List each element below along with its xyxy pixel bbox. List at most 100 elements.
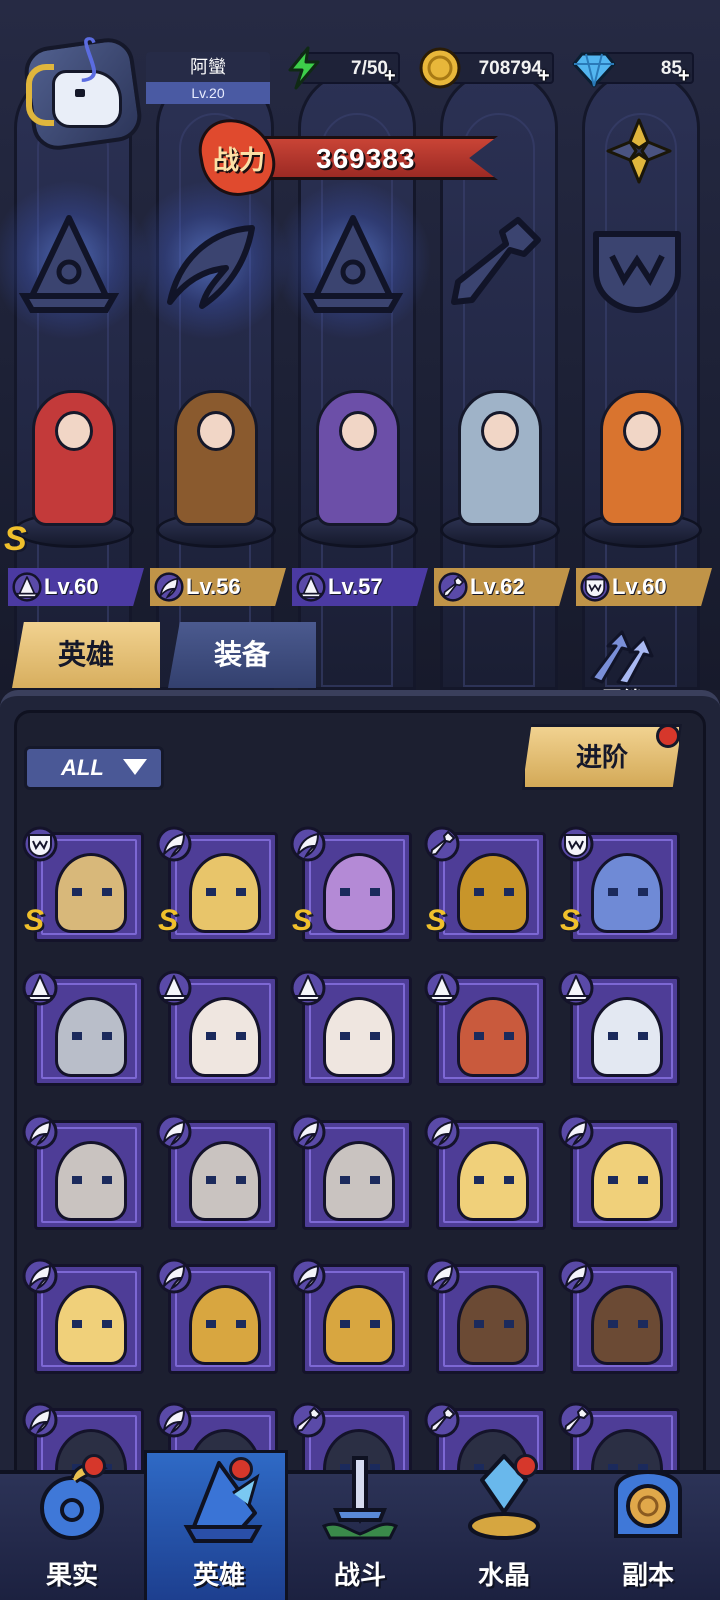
hero-portrait xyxy=(323,1141,395,1221)
wing-icon xyxy=(156,1114,192,1150)
rank-badge: S xyxy=(426,904,447,937)
hero-portrait xyxy=(591,1141,663,1221)
nav-label: 水晶 xyxy=(477,1560,530,1590)
hero-head xyxy=(339,411,377,451)
power-value: 369383 xyxy=(316,143,416,174)
hero-portrait xyxy=(323,997,395,1077)
hero-card[interactable]: S xyxy=(558,826,680,942)
wing-icon xyxy=(156,1402,192,1438)
hero-card[interactable] xyxy=(290,1258,412,1374)
lineup-hero-slot[interactable] xyxy=(574,384,710,554)
hero-card[interactable]: S xyxy=(22,826,144,942)
nav-dungeon[interactable]: 副本 xyxy=(576,1450,720,1600)
hero-head xyxy=(55,411,93,451)
hero-card[interactable] xyxy=(424,970,546,1086)
hero-card[interactable] xyxy=(156,1114,278,1230)
hero-portrait xyxy=(323,853,395,933)
lineup-rank-badge: S xyxy=(4,520,27,558)
hero-eyes xyxy=(608,888,648,896)
hero-card[interactable] xyxy=(156,970,278,1086)
wing-icon xyxy=(558,1114,594,1150)
tab-equipment[interactable]: 装备 xyxy=(168,622,316,688)
hero-figure xyxy=(600,390,684,526)
wrench-icon xyxy=(290,1402,326,1438)
mage-hat-icon xyxy=(296,572,326,602)
hero-card[interactable]: S xyxy=(290,826,412,942)
diamond-value: 85 xyxy=(660,58,682,79)
hero-eyes xyxy=(608,1032,648,1040)
nav-battle[interactable]: 战斗 xyxy=(288,1450,432,1600)
hero-card[interactable] xyxy=(156,1258,278,1374)
hero-eyes xyxy=(206,1032,246,1040)
hero-eyes xyxy=(206,1176,246,1184)
hero-card[interactable] xyxy=(22,1114,144,1230)
hero-portrait xyxy=(189,1141,261,1221)
player-level: Lv.20 xyxy=(146,82,270,104)
player-name-plate: 阿蠻 Lv.20 xyxy=(146,52,270,108)
fang-icon xyxy=(22,826,58,862)
lineup-level-tag: Lv.62 xyxy=(434,568,570,606)
hero-card[interactable]: S xyxy=(156,826,278,942)
hero-card[interactable] xyxy=(424,1114,546,1230)
hero-portrait xyxy=(457,853,529,933)
nav-fruit[interactable]: 果实 xyxy=(0,1450,144,1600)
wing-icon xyxy=(290,1258,326,1294)
filter-label: ALL xyxy=(61,755,104,780)
hero-portrait xyxy=(55,997,127,1077)
notification-dot xyxy=(82,1454,106,1478)
wrench-icon xyxy=(424,826,460,862)
hero-eyes xyxy=(474,1032,514,1040)
wrench-icon xyxy=(424,1402,460,1438)
lineup-hero-slot[interactable] xyxy=(290,384,426,554)
hero-card[interactable] xyxy=(558,1114,680,1230)
gold-counter[interactable]: + 708794 xyxy=(419,47,554,89)
nav-crystal[interactable]: 水晶 xyxy=(432,1450,576,1600)
wing-icon xyxy=(22,1114,58,1150)
hero-figure xyxy=(458,390,542,526)
hero-card[interactable] xyxy=(22,1258,144,1374)
wing-icon xyxy=(558,1258,594,1294)
hero-card[interactable] xyxy=(424,1258,546,1374)
hero-level: Lv.62 xyxy=(470,574,525,599)
lineup-hero-slot[interactable] xyxy=(432,384,568,554)
hero-card[interactable]: S xyxy=(424,826,546,942)
lineup-hero-slot[interactable] xyxy=(148,384,284,554)
hero-card[interactable] xyxy=(22,970,144,1086)
hero-card[interactable] xyxy=(290,1114,412,1230)
notification-dot xyxy=(656,724,680,748)
hero-card[interactable] xyxy=(558,1258,680,1374)
mage-hat-icon xyxy=(156,970,192,1006)
notification-dot xyxy=(514,1454,538,1478)
hero-portrait xyxy=(591,853,663,933)
hero-card[interactable] xyxy=(290,970,412,1086)
hero-portrait xyxy=(591,1285,663,1365)
hero-card[interactable] xyxy=(558,970,680,1086)
tab-heroes[interactable]: 英雄 xyxy=(12,622,160,688)
rank-badge: S xyxy=(560,904,581,937)
wing-icon xyxy=(156,1258,192,1294)
bond-arrows-icon xyxy=(590,630,654,686)
player-name: 阿蠻 xyxy=(146,52,270,82)
hero-eyes xyxy=(608,1176,648,1184)
diamond-counter[interactable]: + 85 xyxy=(572,52,694,88)
hero-eyes xyxy=(206,888,246,896)
hero-portrait xyxy=(55,853,127,933)
lineup-level-tag: Lv.60 xyxy=(8,568,144,606)
hero-figure xyxy=(32,390,116,526)
hero-head xyxy=(481,411,519,451)
rank-badge: S xyxy=(158,904,179,937)
hero-eyes xyxy=(474,888,514,896)
player-avatar[interactable]: ⟆ xyxy=(21,30,148,154)
hero-eyes xyxy=(608,1320,648,1328)
hero-portrait xyxy=(189,1285,261,1365)
class-filter-dropdown[interactable]: ALL xyxy=(24,746,164,790)
hero-portrait xyxy=(457,997,529,1077)
hero-eyes xyxy=(340,1320,380,1328)
pinwheel-settings-icon[interactable] xyxy=(600,112,678,190)
stamina-value: 7/50 xyxy=(351,58,388,79)
wing-icon xyxy=(22,1258,58,1294)
nav-heroes[interactable]: 英雄 xyxy=(144,1450,288,1600)
diamond-icon xyxy=(572,52,616,88)
hero-portrait xyxy=(189,853,261,933)
stamina-counter[interactable]: + 7/50 xyxy=(288,46,400,90)
